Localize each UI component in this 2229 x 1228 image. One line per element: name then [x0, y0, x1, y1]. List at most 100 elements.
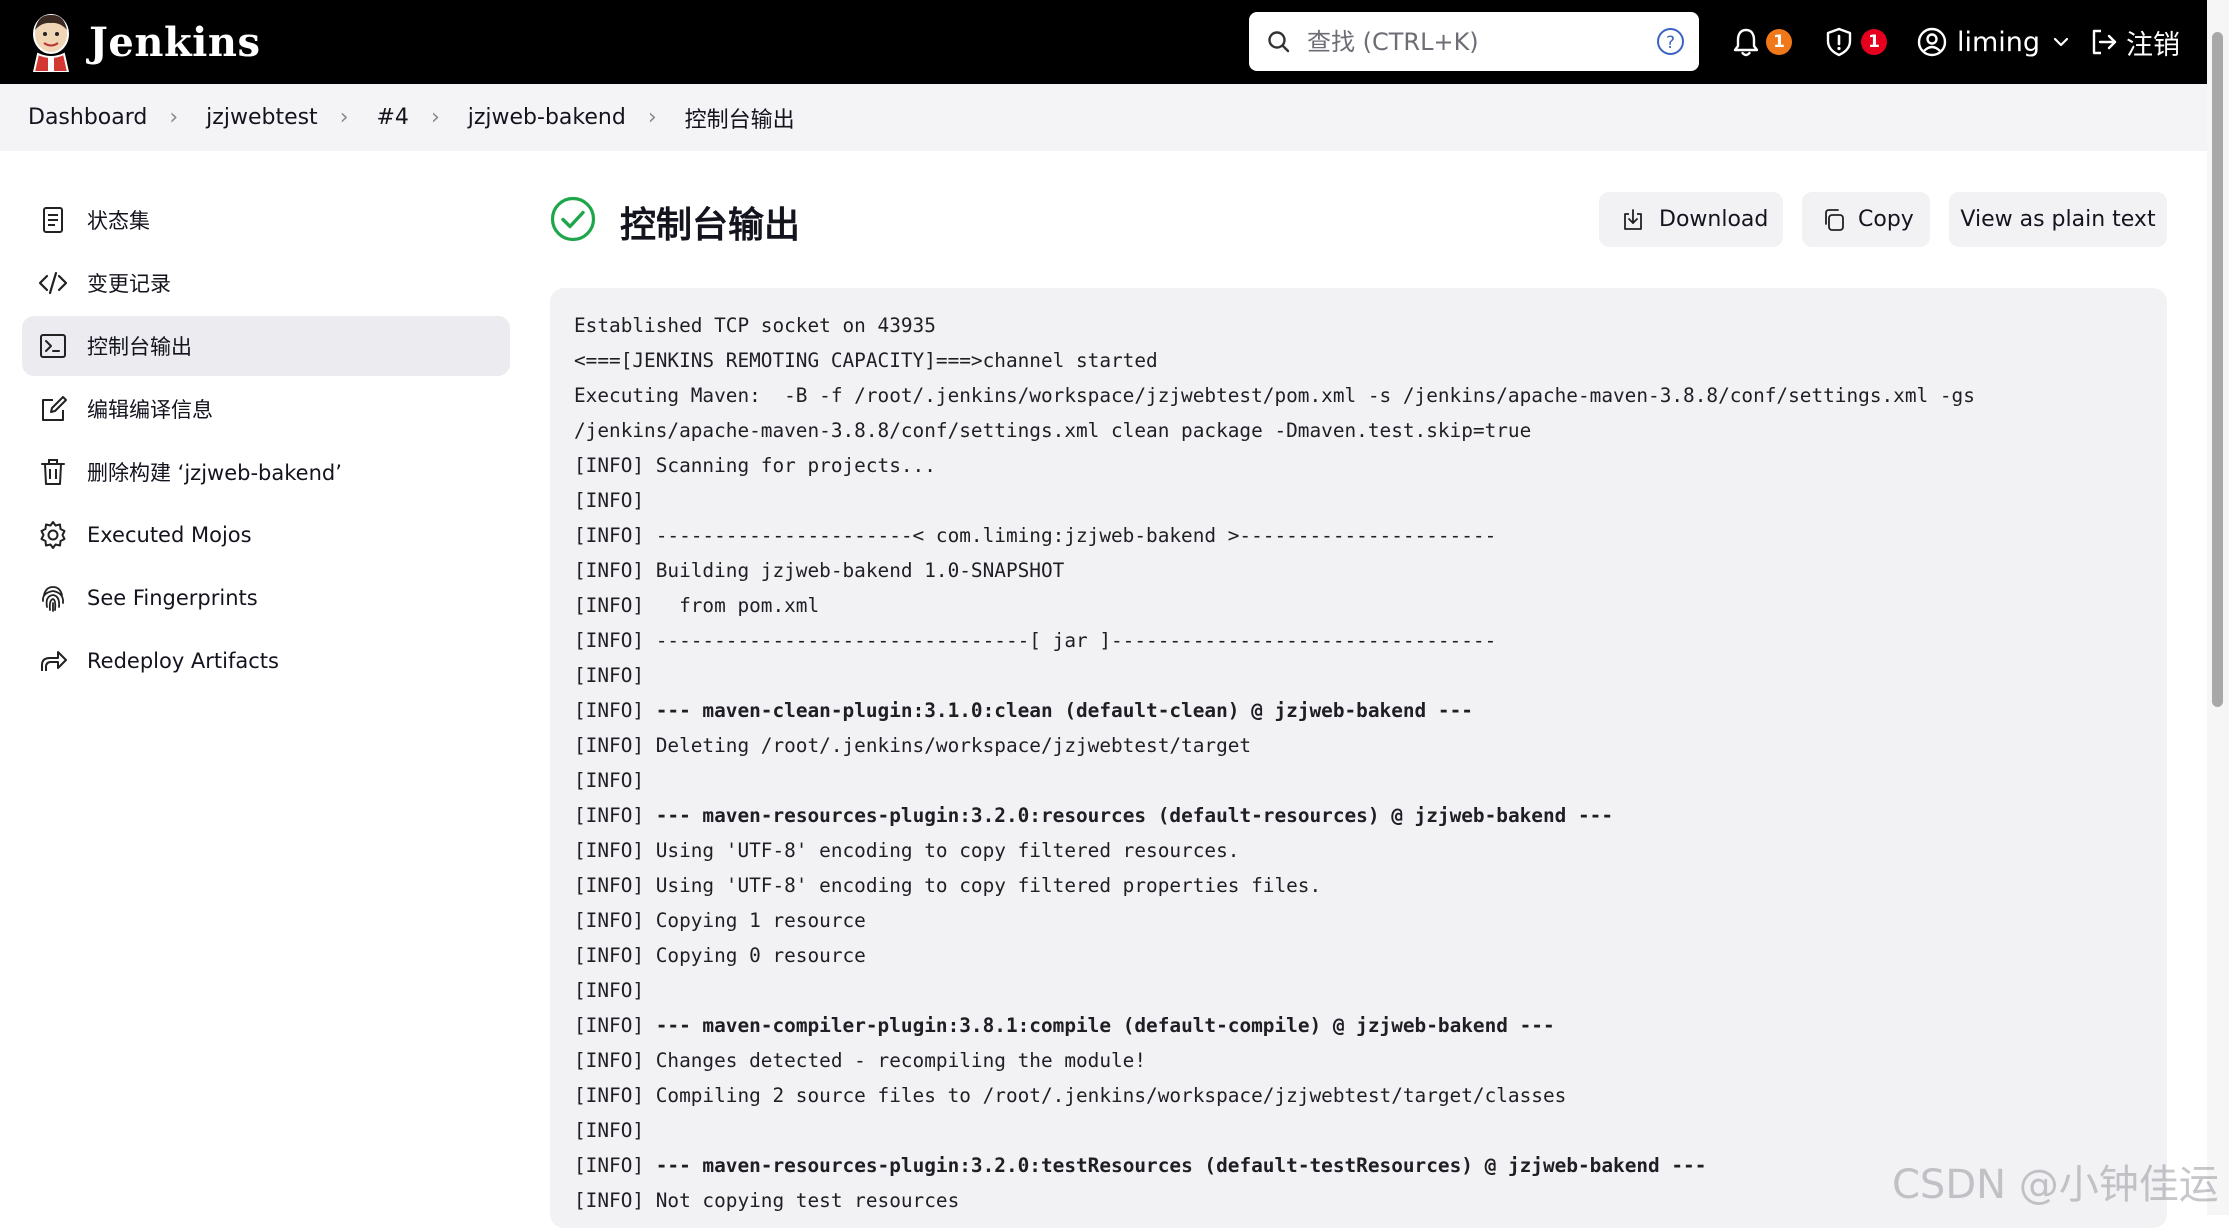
redeploy-icon	[41, 651, 67, 671]
console-line: <===[JENKINS REMOTING CAPACITY]===>chann…	[574, 343, 1975, 378]
sidebar-item-console-output[interactable]: 控制台输出	[22, 316, 510, 376]
breadcrumb-build[interactable]: #4	[377, 105, 409, 130]
sidebar-item-redeploy-artifacts[interactable]: Redeploy Artifacts	[22, 631, 510, 691]
console-line: [INFO] Changes detected - recompiling th…	[574, 1043, 1975, 1078]
edit-icon	[42, 396, 67, 421]
console-line: [INFO] Copying 0 resource	[574, 938, 1975, 973]
bell-icon	[1733, 28, 1759, 57]
console-line-text: [INFO] Using 'UTF-8' encoding to copy fi…	[574, 839, 1240, 862]
console-line-text: Established TCP socket on 43935	[574, 314, 936, 337]
sidebar-item-status[interactable]: 状态集	[22, 190, 510, 250]
sidebar-item-executed-mojos[interactable]: Executed Mojos	[22, 505, 510, 565]
breadcrumb-dashboard[interactable]: Dashboard	[28, 105, 147, 130]
sidebar-item-changes[interactable]: 变更记录	[22, 253, 510, 313]
user-menu[interactable]: liming	[1917, 0, 2070, 84]
view-plain-text-label: View as plain text	[1960, 207, 2156, 232]
user-name: liming	[1957, 26, 2041, 58]
top-header: Jenkins ? 1 1 liming	[0, 0, 2207, 84]
console-line-text: [INFO]	[574, 1014, 656, 1037]
shield-icon	[1826, 27, 1852, 57]
console-line-text: [INFO] Copying 0 resource	[574, 944, 866, 967]
logout-icon	[2092, 29, 2117, 55]
sidebar-item-label: Redeploy Artifacts	[87, 649, 279, 673]
console-line-text: [INFO]	[574, 664, 645, 687]
console-line: [INFO] --- maven-clean-plugin:3.1.0:clea…	[574, 693, 1975, 728]
console-line: [INFO]	[574, 973, 1975, 1008]
trash-icon	[41, 459, 65, 485]
search-box[interactable]: ?	[1249, 12, 1699, 71]
console-line: [INFO] --------------------------------[…	[574, 623, 1975, 658]
copy-button[interactable]: Copy	[1802, 192, 1930, 247]
console-line: [INFO] Deleting /root/.jenkins/workspace…	[574, 728, 1975, 763]
console-line-text: [INFO]	[574, 1154, 656, 1177]
chevron-down-icon	[2053, 37, 2069, 47]
sidebar-item-edit-build-info[interactable]: 编辑编译信息	[22, 379, 510, 439]
console-line: Executing Maven: -B -f /root/.jenkins/wo…	[574, 378, 1975, 413]
console-line-text: [INFO] Scanning for projects...	[574, 454, 936, 477]
code-icon	[38, 271, 68, 295]
console-line-bold-text: --- maven-compiler-plugin:3.8.1:compile …	[655, 1014, 1555, 1037]
console-line: [INFO] --- maven-resources-plugin:3.2.0:…	[574, 798, 1975, 833]
terminal-icon	[40, 334, 66, 358]
download-button[interactable]: Download	[1599, 192, 1783, 247]
logo-text: Jenkins	[89, 18, 261, 66]
document-icon	[43, 207, 63, 233]
console-line-text: [INFO] Deleting /root/.jenkins/workspace…	[574, 734, 1252, 757]
console-line-text: [INFO] ----------------------< com.limin…	[574, 524, 1497, 547]
breadcrumb-module[interactable]: jzjweb-bakend	[468, 105, 626, 130]
console-line-text: [INFO]	[574, 1119, 645, 1142]
copy-label: Copy	[1858, 207, 1914, 232]
sidebar-item-fingerprints[interactable]: See Fingerprints	[22, 568, 510, 628]
page-scrollbar-thumb[interactable]	[2212, 32, 2223, 707]
breadcrumb-current[interactable]: 控制台输出	[685, 102, 795, 134]
logout-button[interactable]: 注销	[2088, 0, 2180, 84]
sidebar-item-label: 编辑编译信息	[87, 398, 213, 422]
console-line: Established TCP socket on 43935	[574, 308, 1975, 343]
console-line-text: [INFO] Compiling 2 source files to /root…	[574, 1084, 1567, 1107]
security-button[interactable]: 1	[1823, 0, 1887, 84]
chevron-right-icon: ›	[169, 105, 179, 130]
console-line-text: [INFO] Building jzjweb-bakend 1.0-SNAPSH…	[574, 559, 1065, 582]
console-line-text: Executing Maven: -B -f /root/.jenkins/wo…	[574, 384, 1975, 407]
chevron-right-icon: ›	[647, 105, 657, 130]
user-icon	[1917, 27, 1947, 57]
breadcrumb: Dashboard › jzjwebtest › #4 › jzjweb-bak…	[0, 84, 2207, 151]
chevron-right-icon: ›	[339, 105, 349, 130]
watermark: CSDN @小钟佳运	[1892, 1162, 2219, 1208]
help-icon[interactable]: ?	[1656, 27, 1685, 56]
console-line: [INFO] Compiling 2 source files to /root…	[574, 1078, 1975, 1113]
sidebar-item-label: 变更记录	[87, 272, 171, 296]
search-input[interactable]	[1307, 12, 1627, 71]
console-line-text: [INFO] Changes detected - recompiling th…	[574, 1049, 1147, 1072]
console-line-text: [INFO] Copying 1 resource	[574, 909, 866, 932]
console-line-text: [INFO]	[574, 979, 645, 1002]
gear-icon	[40, 521, 66, 549]
console-output[interactable]: Established TCP socket on 43935 <===[JENK…	[550, 288, 2167, 1228]
console-line: /jenkins/apache-maven-3.8.8/conf/setting…	[574, 413, 1975, 448]
fingerprint-icon	[42, 586, 64, 612]
console-line: [INFO]	[574, 763, 1975, 798]
console-lines: Established TCP socket on 43935 <===[JENK…	[574, 308, 1975, 1218]
jenkins-logo[interactable]: Jenkins	[26, 0, 260, 84]
console-line: [INFO] Copying 1 resource	[574, 903, 1975, 938]
view-plain-text-button[interactable]: View as plain text	[1949, 192, 2167, 247]
chevron-right-icon: ›	[430, 105, 440, 130]
console-line: [INFO] --- maven-resources-plugin:3.2.0:…	[574, 1148, 1975, 1183]
success-check-icon	[550, 196, 596, 242]
console-line-text: [INFO] --------------------------------[…	[574, 629, 1497, 652]
breadcrumb-job[interactable]: jzjwebtest	[206, 105, 318, 130]
download-label: Download	[1659, 207, 1769, 232]
jenkins-butler-icon	[32, 14, 70, 72]
sidebar-item-delete-build[interactable]: 删除构建 ‘jzjweb-bakend’	[22, 442, 510, 502]
console-line: [INFO] Building jzjweb-bakend 1.0-SNAPSH…	[574, 553, 1975, 588]
sidebar-item-label: 状态集	[87, 209, 150, 233]
console-line-text: [INFO]	[574, 489, 645, 512]
sidebar: 状态集 变更记录 控制台输出 编辑编译信息 删除构建 ‘jzjweb-baken…	[22, 190, 510, 694]
notifications-badge: 1	[1766, 29, 1792, 55]
copy-icon	[1825, 208, 1844, 231]
console-line-text: [INFO] from pom.xml	[574, 594, 820, 617]
console-line: [INFO] from pom.xml	[574, 588, 1975, 623]
search-icon	[1268, 31, 1290, 53]
console-line: [INFO] ----------------------< com.limin…	[574, 518, 1975, 553]
notifications-button[interactable]: 1	[1730, 0, 1792, 84]
